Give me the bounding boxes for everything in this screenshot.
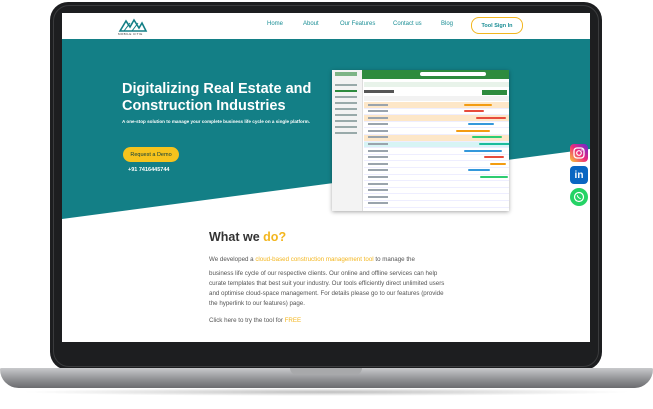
free-trial-prefix: Click here to try the tool for xyxy=(209,317,285,324)
request-demo-button[interactable]: Request a Demo xyxy=(123,147,179,162)
tool-link[interactable]: cloud-based construction management tool xyxy=(255,256,373,263)
instagram-icon[interactable] xyxy=(570,144,588,162)
intro-suffix: to manage the xyxy=(373,256,415,263)
linkedin-icon[interactable]: in xyxy=(570,166,588,184)
logo-text: MOBILE CITIE xyxy=(118,32,143,36)
phone-number[interactable]: +91 7416445744 xyxy=(128,167,169,173)
nav-link-contact[interactable]: Contact us xyxy=(393,21,422,27)
intro-prefix: We developed a xyxy=(209,256,256,263)
laptop-shadow xyxy=(20,388,633,396)
section-heading: What we do? xyxy=(209,230,286,244)
app-gantt-rows xyxy=(364,102,509,208)
app-sidebar xyxy=(332,70,363,211)
hero-section: Digitalizing Real Estate and Constructio… xyxy=(62,39,590,219)
nav-link-about[interactable]: About xyxy=(303,21,319,27)
app-screenshot xyxy=(332,70,509,211)
top-nav: MOBILE CITIE Home About Our Features Con… xyxy=(62,13,590,39)
free-trial-text: Click here to try the tool for FREE xyxy=(209,317,301,324)
intro-text: We developed a cloud-based construction … xyxy=(209,256,415,263)
hero-subtitle: A one-stop solution to manage your compl… xyxy=(122,119,310,124)
laptop-notch xyxy=(290,368,362,375)
hero-title: Digitalizing Real Estate and Constructio… xyxy=(122,81,312,114)
nav-link-home[interactable]: Home xyxy=(267,21,283,27)
heading-main: What we xyxy=(209,230,264,244)
hero-background xyxy=(62,39,590,219)
app-topbar xyxy=(362,70,509,79)
tool-signin-button[interactable]: Tool Sign In xyxy=(471,17,523,34)
body-text: business life cycle of our respective cl… xyxy=(209,270,445,307)
nav-link-features[interactable]: Our Features xyxy=(340,21,375,27)
nav-link-blog[interactable]: Blog xyxy=(441,21,453,27)
whatsapp-icon[interactable] xyxy=(570,188,588,206)
free-link[interactable]: FREE xyxy=(285,317,302,324)
heading-accent: do? xyxy=(263,230,287,244)
laptop-screen: MOBILE CITIE Home About Our Features Con… xyxy=(62,13,590,342)
